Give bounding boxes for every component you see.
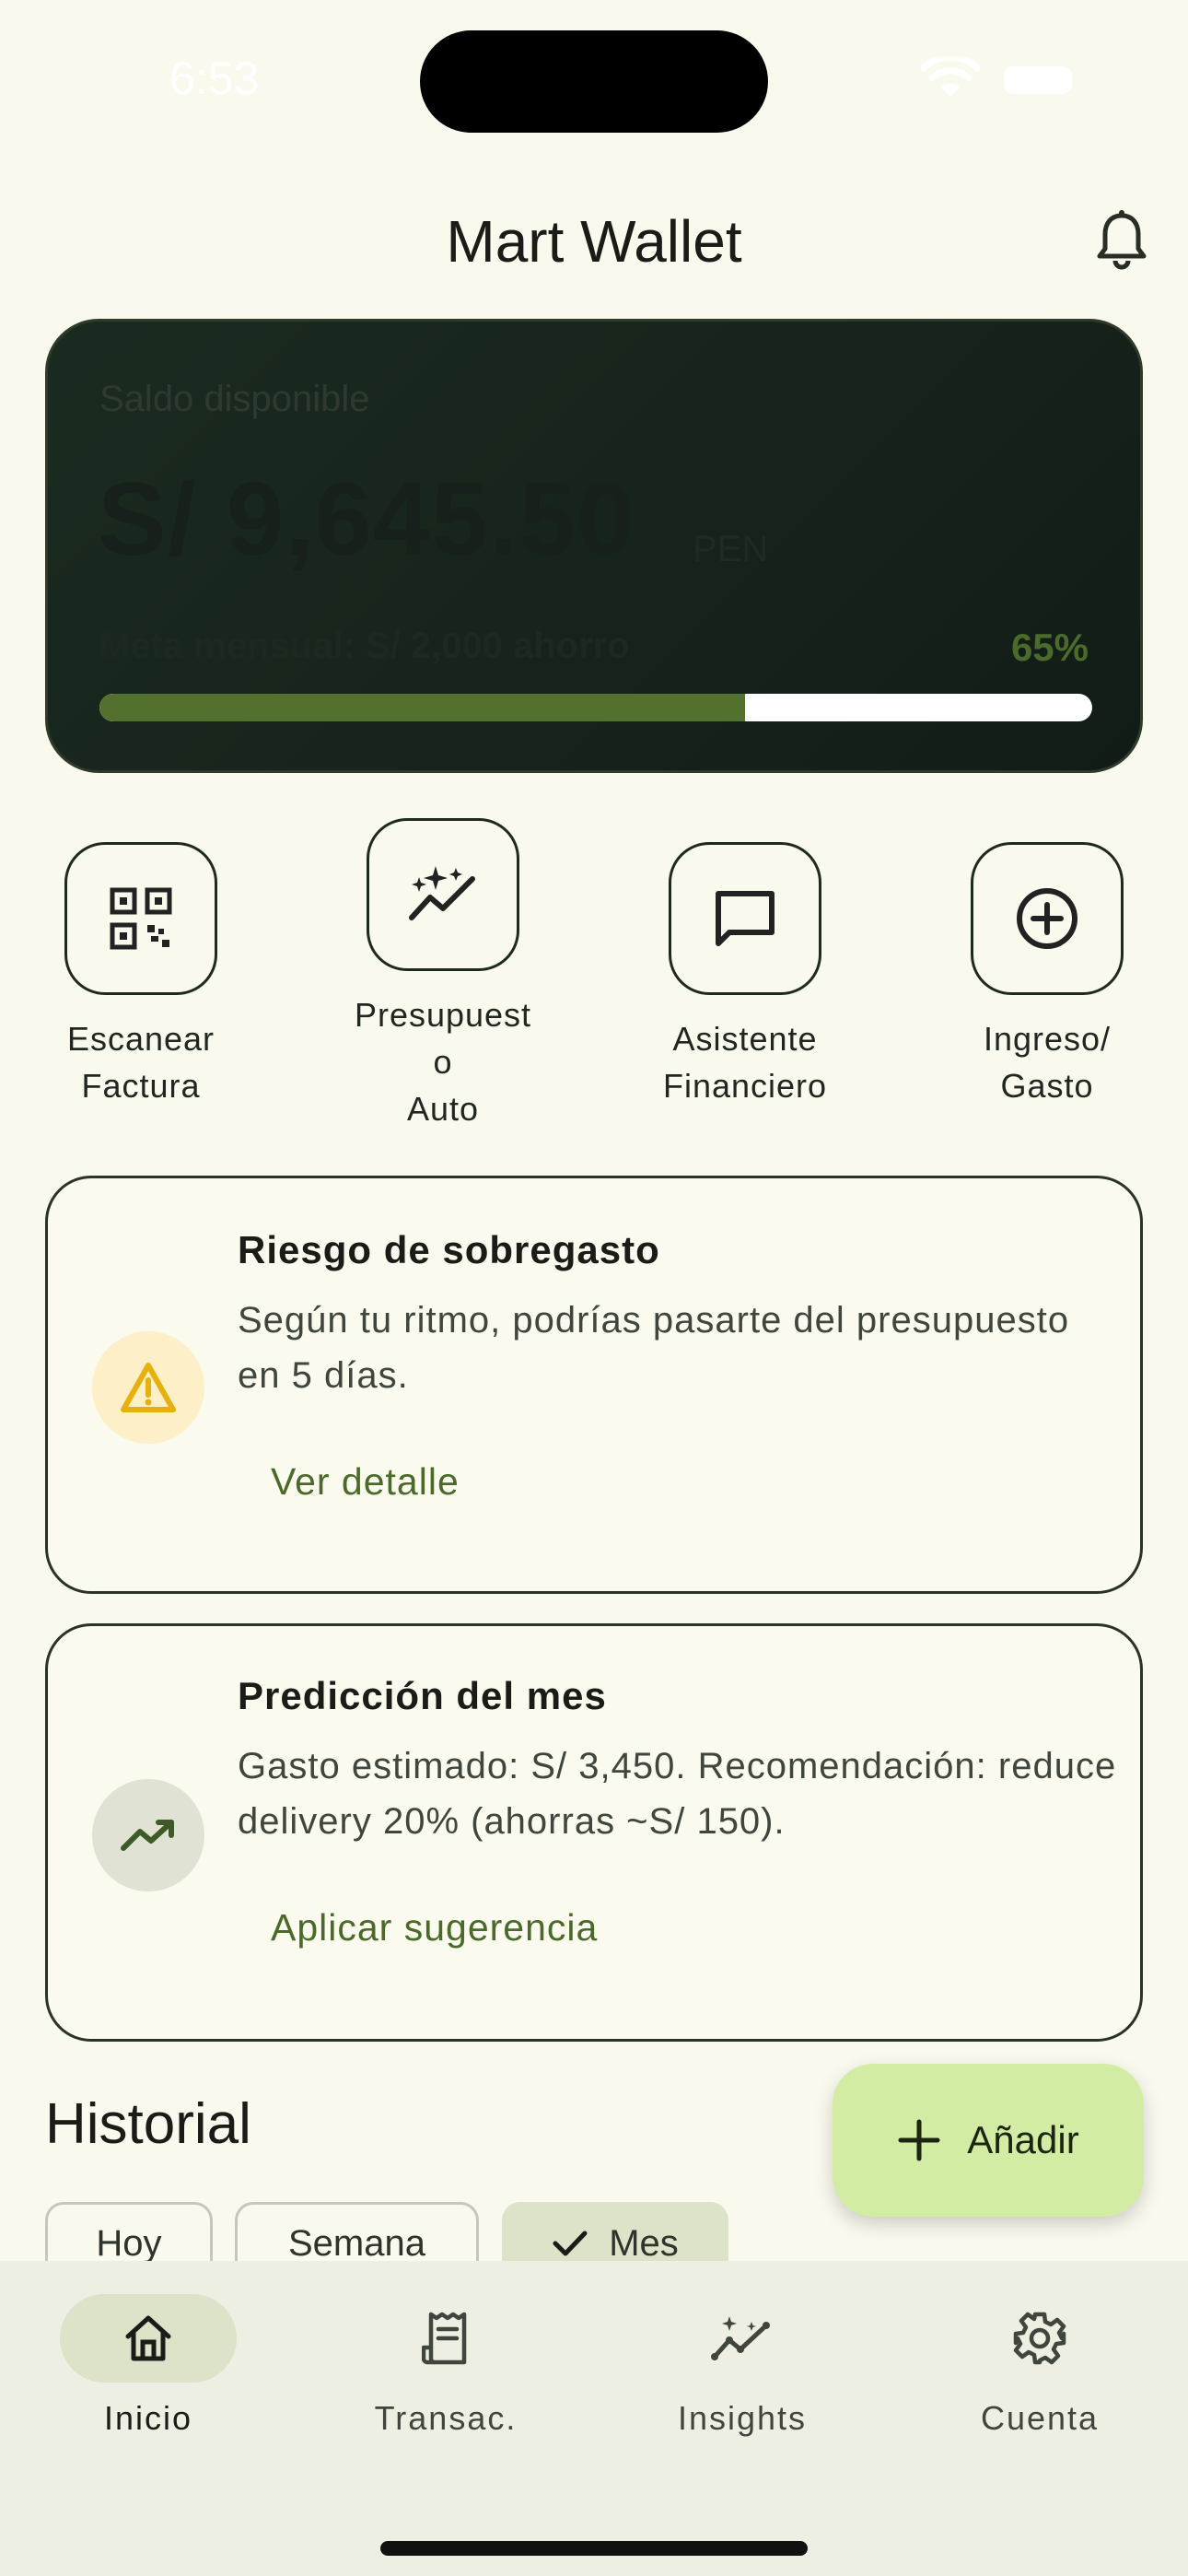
quick-action-label: Asistente Financiero — [662, 1020, 828, 1105]
nav-item-cuenta[interactable]: Cuenta — [892, 2294, 1187, 2438]
nav-item-transac[interactable]: Transac. — [298, 2294, 593, 2438]
gear-icon — [1013, 2312, 1066, 2365]
nav-active-indicator — [60, 2294, 237, 2383]
card-body: Gasto estimado: S/ 3,450. Recomendación:… — [238, 1746, 1117, 1842]
receipt-icon — [422, 2312, 467, 2365]
quick-action-financial-assistant[interactable]: Asistente Financiero — [625, 842, 865, 1109]
check-icon — [553, 2231, 588, 2256]
battery-icon — [1004, 66, 1072, 94]
auto-budget-button[interactable] — [367, 818, 519, 971]
sparkle-trend-icon — [409, 866, 475, 920]
home-icon — [125, 2315, 171, 2361]
warning-icon-badge — [92, 1331, 204, 1444]
chip-label: Semana — [288, 2222, 425, 2264]
nav-item-insights[interactable]: Insights — [595, 2294, 890, 2438]
nav-label: Cuenta — [980, 2399, 1100, 2437]
nav-icon-wrap — [951, 2294, 1128, 2383]
monthly-prediction-card[interactable]: Predicción del mes Gasto estimado: S/ 3,… — [45, 1623, 1143, 2042]
nav-label: Inicio — [103, 2399, 193, 2437]
bottom-navigation: Inicio Transac. Insights Cuenta — [0, 2261, 1188, 2576]
quick-action-label: Ingreso/ Gasto — [983, 1020, 1112, 1105]
monthly-goal-text: Meta mensual: S/ 2,000 ahorro — [99, 626, 630, 666]
nav-icon-wrap — [357, 2294, 534, 2383]
chip-label: Mes — [609, 2222, 679, 2264]
add-fab-button[interactable]: Añadir — [833, 2064, 1144, 2217]
warning-icon — [121, 1363, 176, 1412]
quick-action-scan-invoice[interactable]: Escanear Factura — [21, 842, 261, 1109]
plus-icon — [898, 2119, 940, 2161]
app-title: Mart Wallet — [446, 208, 742, 275]
balance-amount: S/ 9,645.50 — [98, 462, 635, 577]
goal-progress-fill — [99, 694, 745, 721]
fab-label: Añadir — [967, 2118, 1079, 2161]
balance-card[interactable]: Saldo disponible S/ 9,645.50 PEN Meta me… — [45, 319, 1143, 773]
trending-icon-badge — [92, 1779, 204, 1891]
nav-label: Insights — [677, 2399, 808, 2437]
card-title: Predicción del mes — [238, 1674, 607, 1717]
nav-icon-wrap — [654, 2294, 831, 2383]
trending-up-icon — [121, 1820, 174, 1851]
goal-progress-track — [99, 694, 1092, 721]
chat-icon — [716, 891, 775, 946]
plus-circle-icon — [1017, 888, 1077, 949]
card-body: Según tu ritmo, podrías pasarte del pres… — [238, 1300, 1070, 1396]
view-detail-button[interactable]: Ver detalle — [271, 1460, 460, 1504]
quick-action-income-expense[interactable]: Ingreso/ Gasto — [927, 842, 1167, 1109]
chip-label: Hoy — [96, 2222, 162, 2264]
bell-icon[interactable] — [1094, 210, 1149, 271]
nav-item-inicio[interactable]: Inicio — [1, 2294, 296, 2438]
history-title: Historial — [45, 2092, 251, 2156]
card-title: Riesgo de sobregasto — [238, 1228, 660, 1271]
monthly-goal-percent: 65% — [1010, 626, 1089, 669]
balance-label: Saldo disponible — [99, 379, 370, 419]
dynamic-island — [420, 30, 768, 133]
overspend-risk-card[interactable]: Riesgo de sobregasto Según tu ritmo, pod… — [45, 1176, 1143, 1594]
balance-currency: PEN — [693, 529, 769, 569]
nav-label: Transac. — [374, 2399, 518, 2437]
financial-assistant-button[interactable] — [669, 842, 821, 995]
home-indicator — [380, 2541, 808, 2556]
status-time: 6:53 — [169, 53, 260, 104]
quick-action-label: Presupuest o Auto — [354, 996, 532, 1128]
apply-suggestion-button[interactable]: Aplicar sugerencia — [271, 1906, 598, 1950]
wifi-icon — [921, 57, 980, 98]
quick-action-label: Escanear Factura — [66, 1020, 215, 1105]
scan-invoice-button[interactable] — [64, 842, 217, 995]
income-expense-button[interactable] — [971, 842, 1124, 995]
insights-icon — [711, 2316, 770, 2360]
quick-action-auto-budget[interactable]: Presupuest o Auto — [323, 818, 563, 1132]
qr-scan-icon — [110, 887, 172, 950]
